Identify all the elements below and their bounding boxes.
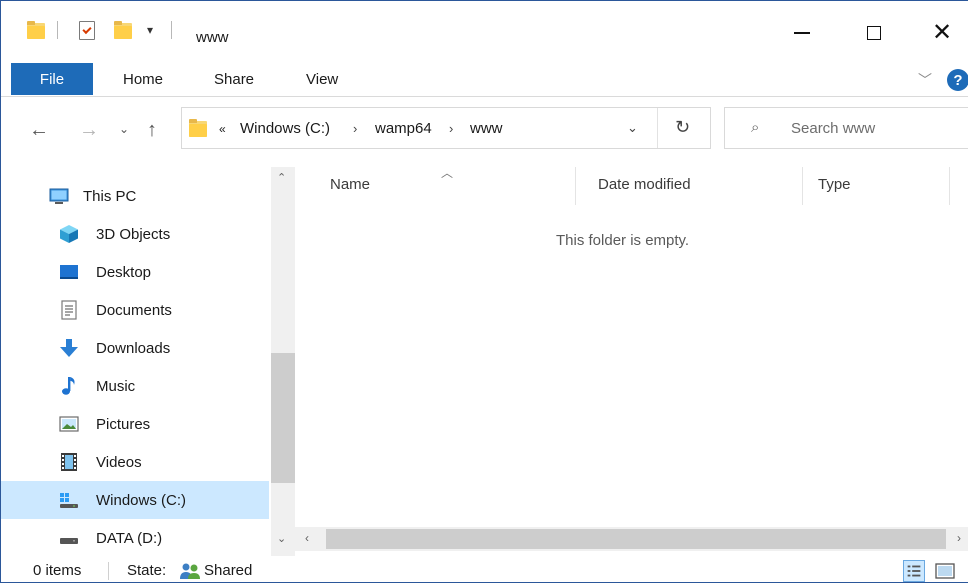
- large-icons-view-icon[interactable]: [933, 560, 957, 582]
- details-view-icon[interactable]: [903, 560, 925, 582]
- scrollbar-thumb[interactable]: [271, 353, 295, 483]
- search-input[interactable]: ⌕ Search www: [724, 107, 968, 149]
- sidebar-item-desktop[interactable]: Desktop: [1, 253, 269, 291]
- help-icon[interactable]: ?: [947, 69, 968, 91]
- sidebar-item-label: DATA (D:): [96, 529, 163, 547]
- windows-drive-icon: [60, 493, 78, 508]
- sidebar-item-3d-objects[interactable]: 3D Objects: [1, 215, 269, 253]
- title-bar: ▾ www ✕: [1, 1, 968, 57]
- tab-view[interactable]: View: [306, 71, 338, 88]
- quick-access-dropdown[interactable]: ▾: [147, 19, 153, 41]
- maximize-icon: [867, 26, 881, 40]
- status-divider: [108, 562, 109, 580]
- scrollbar-thumb[interactable]: [326, 529, 946, 549]
- ribbon-tabs: File Home Share View ﹀ ?: [1, 61, 968, 97]
- sidebar-item-label: Downloads: [96, 339, 171, 357]
- state-label: State:: [127, 562, 167, 579]
- minimize-icon: [794, 32, 810, 34]
- sort-ascending-icon: ︿: [441, 166, 454, 180]
- column-header-date-modified[interactable]: Date modified: [598, 176, 691, 193]
- state-value: Shared: [204, 562, 253, 579]
- sidebar-item-label: Documents: [96, 301, 172, 319]
- title-separator: [171, 19, 172, 41]
- breadcrumb-overflow[interactable]: «: [219, 122, 226, 136]
- sidebar-item-downloads[interactable]: Downloads: [1, 329, 269, 367]
- sidebar-item-label: Music: [96, 377, 136, 395]
- recent-locations-icon[interactable]: ⌄: [119, 122, 129, 136]
- back-button[interactable]: ←: [29, 120, 49, 140]
- quick-access-separator: [57, 19, 58, 41]
- column-header-type[interactable]: Type: [818, 176, 851, 193]
- shared-users-icon: [180, 563, 200, 579]
- scroll-down-icon[interactable]: ⌄: [277, 532, 286, 545]
- sidebar-item-label: Videos: [96, 453, 142, 471]
- empty-folder-message: This folder is empty.: [556, 232, 690, 249]
- music-icon: [62, 377, 75, 395]
- sidebar-item-this-pc[interactable]: This PC: [1, 177, 269, 215]
- refresh-icon[interactable]: ↻: [675, 117, 690, 138]
- videos-icon: [61, 453, 77, 471]
- scroll-left-icon[interactable]: ‹: [305, 531, 309, 545]
- breadcrumb-separator[interactable]: ›: [449, 121, 453, 136]
- expand-ribbon-icon[interactable]: ﹀: [918, 70, 932, 90]
- column-divider[interactable]: [802, 167, 803, 205]
- address-folder-icon: [188, 118, 208, 138]
- documents-icon: [61, 300, 77, 320]
- sidebar-item-documents[interactable]: Documents: [1, 291, 269, 329]
- explorer-window: ▾ www ✕ File Home Share View ﹀ ? ← → ⌄ ↑…: [0, 0, 968, 583]
- column-divider[interactable]: [575, 167, 576, 205]
- file-list: ︿ Name Date modified Type This folder is…: [295, 166, 968, 556]
- breadcrumb-www[interactable]: www: [470, 120, 503, 137]
- search-icon: ⌕: [751, 119, 760, 136]
- properties-icon[interactable]: [79, 19, 95, 41]
- scroll-right-icon[interactable]: ›: [957, 531, 961, 545]
- pictures-icon: [59, 416, 79, 432]
- sidebar-item-data-d[interactable]: DATA (D:): [1, 519, 269, 556]
- minimize-button[interactable]: [779, 13, 825, 53]
- downloads-icon: [60, 339, 78, 357]
- search-placeholder: Search www: [791, 120, 876, 137]
- 3d-objects-icon: [60, 225, 78, 243]
- close-button[interactable]: ✕: [919, 13, 965, 53]
- tab-file[interactable]: File: [11, 63, 93, 95]
- this-pc-icon: [49, 188, 69, 204]
- sidebar-item-pictures[interactable]: Pictures: [1, 405, 269, 443]
- nav-pane-scrollbar[interactable]: ⌃ ⌄: [271, 167, 295, 556]
- column-divider[interactable]: [949, 167, 950, 205]
- forward-button[interactable]: →: [79, 120, 99, 140]
- item-count: 0 items: [33, 562, 82, 579]
- sidebar-item-windows-c[interactable]: Windows (C:): [1, 481, 269, 519]
- file-list-scrollbar[interactable]: ‹ ›: [295, 527, 968, 551]
- column-header-name[interactable]: Name: [330, 176, 370, 193]
- address-divider: [657, 108, 658, 148]
- maximize-button[interactable]: [851, 13, 897, 53]
- new-folder-icon[interactable]: [113, 19, 133, 41]
- scroll-up-icon[interactable]: ⌃: [277, 171, 286, 184]
- data-drive-icon: [60, 538, 78, 544]
- close-icon: ✕: [931, 19, 953, 46]
- tab-home[interactable]: Home: [123, 71, 163, 88]
- breadcrumb-windows-c[interactable]: Windows (C:): [240, 120, 330, 137]
- address-bar[interactable]: « Windows (C:) › wamp64 › www ⌄ ↻: [181, 107, 711, 149]
- sidebar-item-label: 3D Objects: [96, 225, 171, 243]
- window-title: www: [196, 29, 229, 46]
- breadcrumb-wamp64[interactable]: wamp64: [375, 120, 432, 137]
- address-dropdown-icon[interactable]: ⌄: [627, 120, 638, 136]
- up-button[interactable]: ↑: [147, 120, 157, 140]
- sidebar-item-music[interactable]: Music: [1, 367, 269, 405]
- navigation-pane: This PC 3D Objects Desktop Documents Dow…: [1, 167, 271, 556]
- status-bar: 0 items State: Shared: [1, 558, 968, 582]
- breadcrumb-separator[interactable]: ›: [353, 121, 357, 136]
- tab-share[interactable]: Share: [214, 71, 254, 88]
- sidebar-item-label: Desktop: [96, 263, 152, 281]
- sidebar-item-label: This PC: [83, 187, 137, 205]
- folder-icon[interactable]: [26, 19, 46, 41]
- sidebar-item-videos[interactable]: Videos: [1, 443, 269, 481]
- sidebar-item-label: Windows (C:): [96, 491, 187, 509]
- desktop-icon: [60, 265, 78, 279]
- address-row: ← → ⌄ ↑ « Windows (C:) › wamp64 › www ⌄ …: [1, 98, 968, 166]
- sidebar-item-label: Pictures: [96, 415, 151, 433]
